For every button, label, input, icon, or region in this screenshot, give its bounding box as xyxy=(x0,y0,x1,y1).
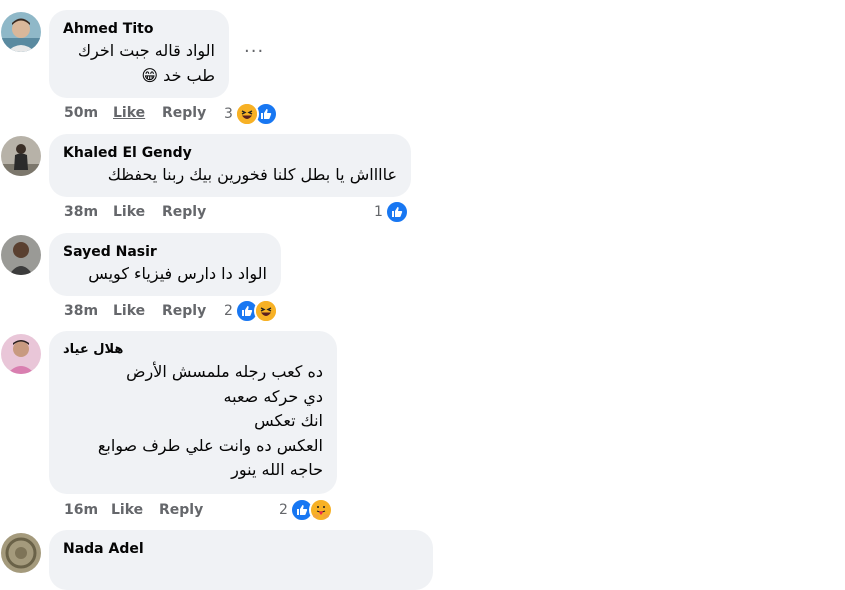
comment-line: حاجه الله ينور xyxy=(231,460,323,479)
comment-line: ده كعب رجله ملمسش الأرض xyxy=(126,362,323,381)
avatar[interactable] xyxy=(1,334,41,374)
comment-author[interactable]: Khaled El Gendy xyxy=(63,144,397,162)
haha-icon xyxy=(234,102,259,126)
comment-line: طب خد 😁 xyxy=(141,65,215,85)
comment-line: عااااش يا بطل كلنا فخورين بيك ربنا يحفظك xyxy=(107,165,397,184)
comment-text: ده كعب رجله ملمسش الأرض دي حركه صعبه انك… xyxy=(63,360,323,483)
comment-time[interactable]: 50m xyxy=(64,105,98,121)
comment-author[interactable]: Ahmed Tito xyxy=(63,20,215,38)
haha-icon xyxy=(253,299,278,323)
comment-bubble: Khaled El Gendy عااااش يا بطل كلنا فخوري… xyxy=(49,134,411,197)
comment-text: الواد قاله جبت اخرك طب خد 😁 xyxy=(63,39,215,88)
avatar[interactable] xyxy=(1,533,41,573)
reaction-summary[interactable]: 2 xyxy=(279,498,333,522)
comment-bubble: Sayed Nasir الواد دا دارس فيزياء كويس xyxy=(49,233,281,296)
comment-line: انك تعكس xyxy=(254,411,323,430)
reply-button[interactable]: Reply xyxy=(162,303,206,319)
comment-author[interactable]: Nada Adel xyxy=(63,540,419,558)
comment-author[interactable]: هلال عياد xyxy=(63,341,323,359)
comment-line: الواد دا دارس فيزياء كويس xyxy=(88,264,267,283)
reaction-summary[interactable]: 2 xyxy=(224,299,278,323)
comment-time[interactable]: 16m xyxy=(64,502,98,518)
like-button[interactable]: Like xyxy=(111,502,143,518)
like-button[interactable]: Like xyxy=(113,303,145,319)
comment-text: الواد دا دارس فيزياء كويس xyxy=(63,262,267,287)
comment-line: الواد قاله جبت اخرك xyxy=(77,41,215,60)
reaction-summary[interactable]: 3 xyxy=(224,102,278,126)
comment-line: دي حركه صعبه xyxy=(223,386,323,406)
avatar[interactable] xyxy=(1,12,41,52)
avatar[interactable] xyxy=(1,235,41,275)
like-icon xyxy=(384,200,409,224)
care-icon xyxy=(308,498,333,522)
reaction-count: 3 xyxy=(224,106,233,122)
reaction-summary[interactable]: 1 xyxy=(374,200,409,224)
reaction-count: 2 xyxy=(224,303,233,319)
comment-time[interactable]: 38m xyxy=(64,303,98,319)
like-button[interactable]: Like xyxy=(113,105,145,121)
more-options-icon[interactable]: ··· xyxy=(244,41,264,62)
comment-text: عااااش يا بطل كلنا فخورين بيك ربنا يحفظك xyxy=(63,163,397,188)
comment-bubble: Nada Adel xyxy=(49,530,433,590)
comment-bubble: هلال عياد ده كعب رجله ملمسش الأرض دي حرك… xyxy=(49,331,337,494)
reply-button[interactable]: Reply xyxy=(162,204,206,220)
comment-bubble: Ahmed Tito الواد قاله جبت اخرك طب خد 😁 xyxy=(49,10,229,98)
comment-time[interactable]: 38m xyxy=(64,204,98,220)
reaction-count: 2 xyxy=(279,502,288,518)
reaction-count: 1 xyxy=(374,204,383,220)
reply-button[interactable]: Reply xyxy=(162,105,206,121)
comment-author[interactable]: Sayed Nasir xyxy=(63,243,267,261)
like-button[interactable]: Like xyxy=(113,204,145,220)
comment-line: العكس ده وانت علي طرف صوابع xyxy=(97,435,323,455)
reply-button[interactable]: Reply xyxy=(159,502,203,518)
avatar[interactable] xyxy=(1,136,41,176)
